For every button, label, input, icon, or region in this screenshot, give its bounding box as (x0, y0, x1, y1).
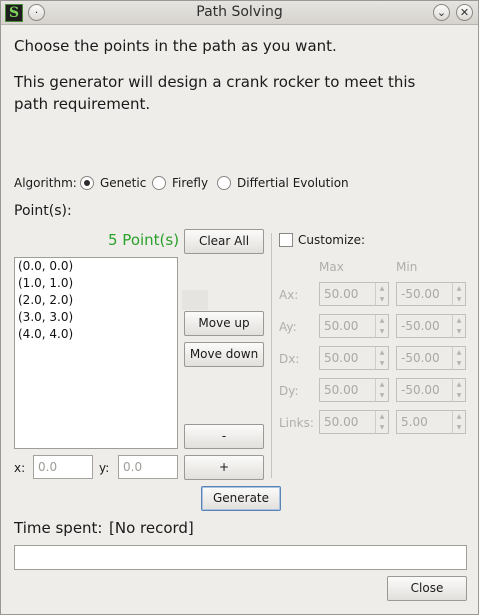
links-max-spinbox[interactable]: 50.00 ▲ ▼ (319, 410, 389, 434)
divider (271, 233, 272, 478)
spin-arrows-icon[interactable]: ▲ ▼ (452, 347, 465, 369)
move-down-button[interactable]: Move down (184, 342, 264, 367)
add-point-button[interactable]: + (184, 455, 264, 480)
ay-label: Ay: (279, 320, 297, 334)
spin-arrows-icon[interactable]: ▲ ▼ (375, 315, 388, 337)
x-input[interactable]: 0.0 (33, 455, 93, 479)
path-solving-dialog: S · Path Solving ⌄ ✕ Choose the points i… (0, 0, 479, 615)
title-bar[interactable]: S · Path Solving ⌄ ✕ (1, 1, 478, 25)
spin-arrows-icon[interactable]: ▲ ▼ (375, 379, 388, 401)
spin-arrows-icon[interactable]: ▲ ▼ (452, 411, 465, 433)
dx-max-spinbox[interactable]: 50.00 ▲ ▼ (319, 346, 389, 370)
dy-max-spinbox[interactable]: 50.00 ▲ ▼ (319, 378, 389, 402)
remove-point-button[interactable]: - (184, 424, 264, 449)
spin-arrows-icon[interactable]: ▲ ▼ (452, 379, 465, 401)
radio-firefly[interactable] (152, 176, 166, 190)
time-spent-value: [No record] (109, 519, 194, 537)
placeholder-area (182, 290, 208, 310)
spin-arrows-icon[interactable]: ▲ ▼ (375, 283, 388, 305)
radio-genetic[interactable] (80, 176, 94, 190)
radio-differential-evolution[interactable] (217, 176, 231, 190)
max-header: Max (319, 260, 344, 274)
progress-bar (14, 545, 467, 570)
list-item[interactable]: (2.0, 2.0) (15, 292, 177, 309)
dx-min-spinbox[interactable]: -50.00 ▲ ▼ (396, 346, 466, 370)
chevron-down-icon[interactable]: ⌄ (433, 4, 450, 21)
clear-all-button[interactable]: Clear All (184, 229, 264, 254)
list-item[interactable]: (3.0, 3.0) (15, 309, 177, 326)
move-up-button[interactable]: Move up (184, 311, 264, 336)
dy-label: Dy: (279, 384, 299, 398)
links-min-spinbox[interactable]: 5.00 ▲ ▼ (396, 410, 466, 434)
spin-arrows-icon[interactable]: ▲ ▼ (375, 347, 388, 369)
radio-genetic-label[interactable]: Genetic (100, 176, 146, 190)
ay-max-spinbox[interactable]: 50.00 ▲ ▼ (319, 314, 389, 338)
point-count: 5 Point(s) (108, 231, 180, 249)
intro-line-1: Choose the points in the path as you wan… (14, 37, 337, 55)
radio-firefly-label[interactable]: Firefly (172, 176, 208, 190)
ax-label: Ax: (279, 288, 299, 302)
dx-label: Dx: (279, 352, 300, 366)
min-header: Min (396, 260, 418, 274)
y-input[interactable]: 0.0 (118, 455, 178, 479)
time-spent-label: Time spent: (14, 519, 103, 537)
list-item[interactable]: (4.0, 4.0) (15, 326, 177, 343)
points-list[interactable]: (0.0, 0.0) (1.0, 1.0) (2.0, 2.0) (3.0, 3… (14, 257, 178, 449)
y-label: y: (99, 461, 110, 475)
customize-checkbox[interactable] (279, 233, 293, 247)
close-icon[interactable]: ✕ (456, 4, 473, 21)
ax-min-spinbox[interactable]: -50.00 ▲ ▼ (396, 282, 466, 306)
links-label: Links: (279, 416, 314, 430)
close-button[interactable]: Close (387, 576, 467, 601)
ax-max-spinbox[interactable]: 50.00 ▲ ▼ (319, 282, 389, 306)
points-label: Point(s): (14, 203, 72, 219)
spin-arrows-icon[interactable]: ▲ ▼ (375, 411, 388, 433)
x-label: x: (14, 461, 26, 475)
algorithm-label: Algorithm: (14, 176, 77, 190)
window-title: Path Solving (196, 4, 283, 20)
customize-label[interactable]: Customize: (298, 233, 365, 247)
generate-button[interactable]: Generate (201, 486, 281, 511)
list-item[interactable]: (0.0, 0.0) (15, 258, 177, 275)
spin-arrows-icon[interactable]: ▲ ▼ (452, 283, 465, 305)
spin-arrows-icon[interactable]: ▲ ▼ (452, 315, 465, 337)
dy-min-spinbox[interactable]: -50.00 ▲ ▼ (396, 378, 466, 402)
intro-line-2: This generator will design a crank rocke… (14, 73, 416, 113)
radio-differential-evolution-label[interactable]: Differtial Evolution (237, 176, 349, 190)
list-item[interactable]: (1.0, 1.0) (15, 275, 177, 292)
ay-min-spinbox[interactable]: -50.00 ▲ ▼ (396, 314, 466, 338)
